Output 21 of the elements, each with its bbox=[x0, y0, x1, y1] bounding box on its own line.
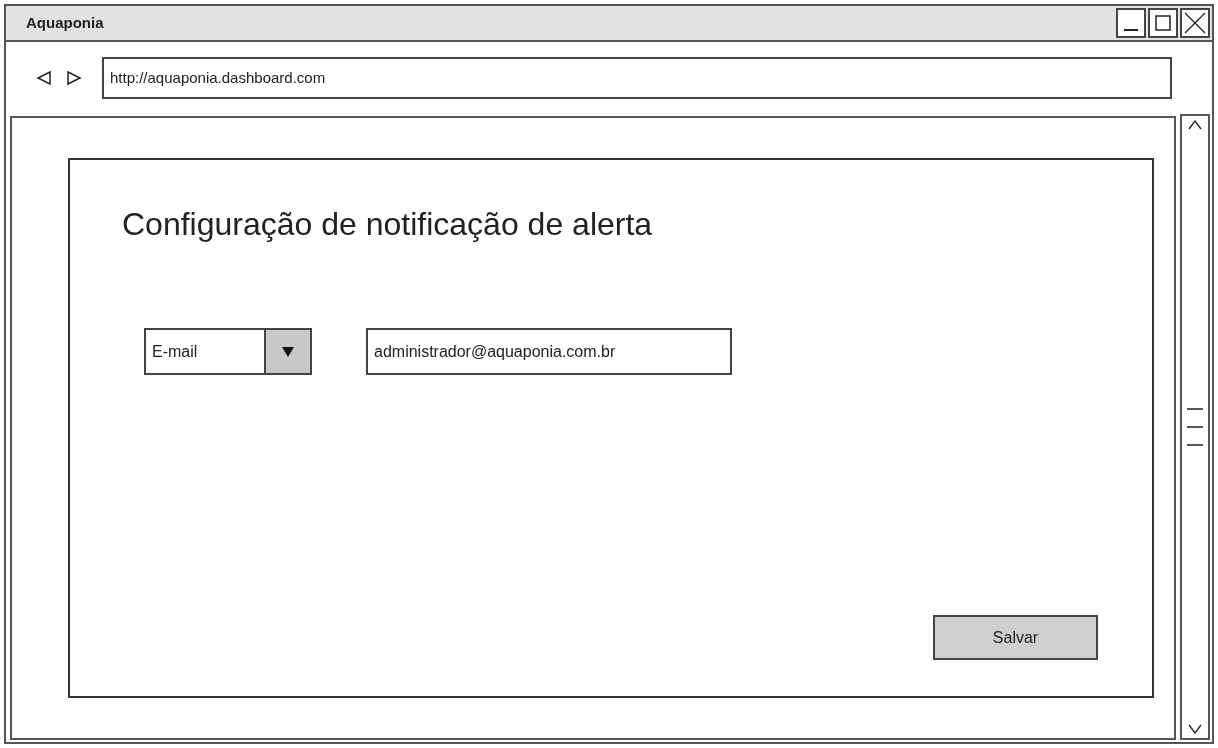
scroll-down-icon[interactable] bbox=[1188, 724, 1202, 734]
minimize-button[interactable] bbox=[1116, 8, 1146, 38]
maximize-icon bbox=[1155, 15, 1171, 31]
maximize-button[interactable] bbox=[1148, 8, 1178, 38]
caret-icon bbox=[282, 346, 294, 357]
url-field[interactable]: http://aquaponia.dashboard.com bbox=[102, 57, 1172, 99]
scroll-up-icon[interactable] bbox=[1188, 120, 1202, 130]
close-icon bbox=[1184, 12, 1206, 34]
window-title: Aquaponia bbox=[26, 12, 104, 33]
channel-select[interactable]: E-mail bbox=[144, 328, 312, 375]
email-field[interactable]: administrador@aquaponia.com.br bbox=[366, 328, 732, 375]
close-button[interactable] bbox=[1180, 8, 1210, 38]
save-button[interactable]: Salvar bbox=[933, 615, 1098, 660]
minimize-icon bbox=[1124, 29, 1138, 31]
scroll-thumb-icon[interactable] bbox=[1187, 407, 1203, 447]
scrollbar[interactable] bbox=[1180, 114, 1210, 740]
page-heading: Configuração de notificação de alerta bbox=[122, 205, 654, 244]
select-value: E-mail bbox=[151, 341, 199, 362]
forward-arrow-icon[interactable] bbox=[66, 70, 82, 86]
dropdown-toggle[interactable] bbox=[264, 330, 310, 373]
back-arrow-icon[interactable] bbox=[36, 70, 52, 86]
